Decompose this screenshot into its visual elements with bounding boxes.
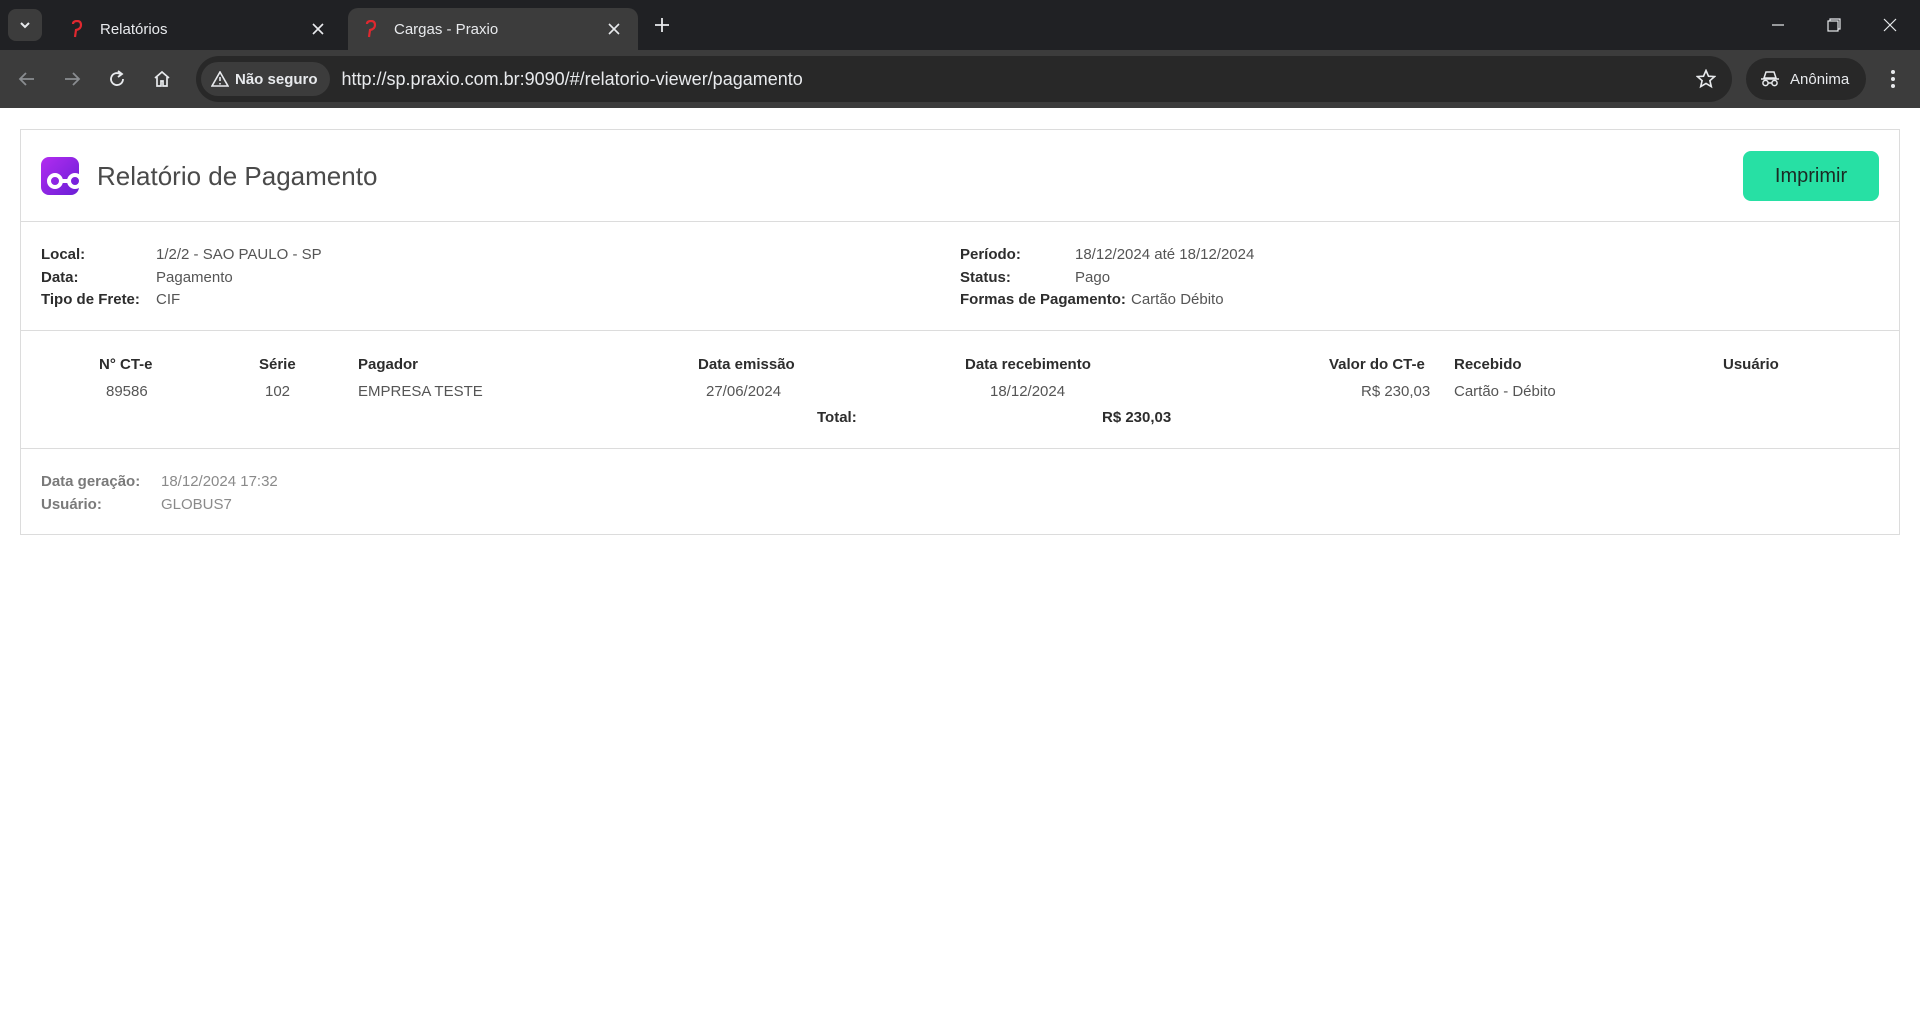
minimize-icon — [1772, 24, 1784, 26]
cell-recebido: Cartão - Débito — [1454, 383, 1556, 400]
browser-menu-button[interactable] — [1876, 62, 1910, 96]
print-button[interactable]: Imprimir — [1743, 151, 1879, 201]
filter-value: CIF — [156, 291, 181, 308]
incognito-icon — [1761, 71, 1779, 87]
arrow-right-icon — [65, 72, 81, 86]
filter-label: Local: — [41, 246, 86, 263]
column-header-valor-cte: Valor do CT-e — [1329, 356, 1425, 373]
report-filters: Local: 1/2/2 - SAO PAULO - SP Data: Paga… — [21, 222, 1899, 331]
filter-value: 1/2/2 - SAO PAULO - SP — [156, 246, 322, 263]
total-value: R$ 230,03 — [1102, 409, 1172, 426]
column-header-recebido: Recebido — [1454, 356, 1522, 373]
browser-toolbar: Não seguro http://sp.praxio.com.br:9090/… — [0, 50, 1920, 108]
praxio-logo — [41, 157, 79, 195]
close-icon — [1883, 18, 1897, 32]
close-icon[interactable] — [604, 19, 624, 39]
column-header-usuario: Usuário — [1723, 356, 1779, 373]
warning-icon — [211, 71, 229, 87]
report-panel: Relatório de Pagamento Imprimir Local: 1… — [20, 129, 1900, 535]
report-header: Relatório de Pagamento Imprimir — [21, 130, 1899, 222]
chevron-down-icon — [20, 22, 30, 29]
filter-label: Data: — [41, 269, 79, 286]
plus-icon — [655, 18, 669, 32]
reload-icon — [110, 70, 124, 86]
report-footer: Data geração: 18/12/2024 17:32 Usuário: … — [21, 449, 1899, 533]
tab-title: Relatórios — [100, 20, 168, 38]
arrow-left-icon — [18, 72, 34, 86]
back-button[interactable] — [10, 62, 44, 96]
cell-data-emissao: 27/06/2024 — [706, 383, 782, 400]
filter-value: Pagamento — [156, 269, 233, 286]
reload-button[interactable] — [100, 62, 134, 96]
tab-title: Cargas - Praxio — [394, 20, 499, 38]
filter-label: Formas de Pagamento: — [960, 291, 1126, 308]
column-header-pagador: Pagador — [358, 356, 419, 373]
report-title: Relatório de Pagamento — [97, 161, 378, 191]
profile-label: Anônima — [1790, 70, 1850, 88]
column-header-data-emissao: Data emissão — [698, 356, 795, 373]
star-icon — [1696, 69, 1716, 89]
window-close-button[interactable] — [1862, 0, 1918, 50]
praxio-p-icon — [68, 20, 86, 38]
close-icon[interactable] — [308, 19, 328, 39]
security-indicator[interactable]: Não seguro — [201, 62, 330, 96]
generated-by-user: GLOBUS7 — [161, 496, 232, 513]
forward-button[interactable] — [55, 62, 89, 96]
filter-value: Cartão Débito — [1131, 291, 1224, 308]
filter-label: Tipo de Frete: — [41, 291, 140, 308]
tab-relatorios[interactable]: Relatórios — [54, 8, 342, 50]
tab-search-button[interactable] — [8, 9, 42, 41]
column-header-serie: Série — [259, 356, 296, 373]
home-button[interactable] — [145, 62, 179, 96]
filter-label: Status: — [960, 269, 1011, 286]
security-label: Não seguro — [235, 70, 318, 88]
cell-valor-cte: R$ 230,03 — [1361, 383, 1431, 400]
browser-tabstrip: Relatórios Cargas - Praxio — [0, 0, 1920, 50]
new-tab-button[interactable] — [648, 11, 676, 39]
footer-label: Data geração: — [41, 473, 141, 490]
column-header-ncte: N° CT-e — [99, 356, 153, 373]
tab-cargas-praxio[interactable]: Cargas - Praxio — [348, 8, 638, 50]
cell-ncte: 89586 — [106, 383, 148, 400]
minimize-button[interactable] — [1750, 0, 1806, 50]
address-bar[interactable]: Não seguro http://sp.praxio.com.br:9090/… — [196, 56, 1732, 102]
bookmark-star-button[interactable] — [1694, 67, 1718, 91]
payments-table: N° CT-e Série Pagador Data emissão Data … — [21, 331, 1899, 449]
more-vertical-icon — [1891, 70, 1895, 88]
url-text[interactable]: http://sp.praxio.com.br:9090/#/relatorio… — [342, 69, 803, 90]
filter-value: Pago — [1075, 269, 1111, 286]
filter-value: 18/12/2024 até 18/12/2024 — [1075, 246, 1255, 263]
footer-label: Usuário: — [41, 496, 102, 513]
cell-data-recebimento: 18/12/2024 — [990, 383, 1066, 400]
filter-label: Período: — [960, 246, 1021, 263]
cell-serie: 102 — [265, 383, 291, 400]
cell-pagador: EMPRESA TESTE — [358, 383, 483, 400]
column-header-data-recebimento: Data recebimento — [965, 356, 1091, 373]
generation-date: 18/12/2024 17:32 — [161, 473, 278, 490]
home-icon — [154, 70, 170, 87]
restore-icon — [1827, 18, 1841, 32]
total-label: Total: — [817, 409, 857, 426]
praxio-p-icon — [362, 20, 380, 38]
restore-button[interactable] — [1806, 0, 1862, 50]
incognito-profile-button[interactable]: Anônima — [1746, 58, 1866, 100]
